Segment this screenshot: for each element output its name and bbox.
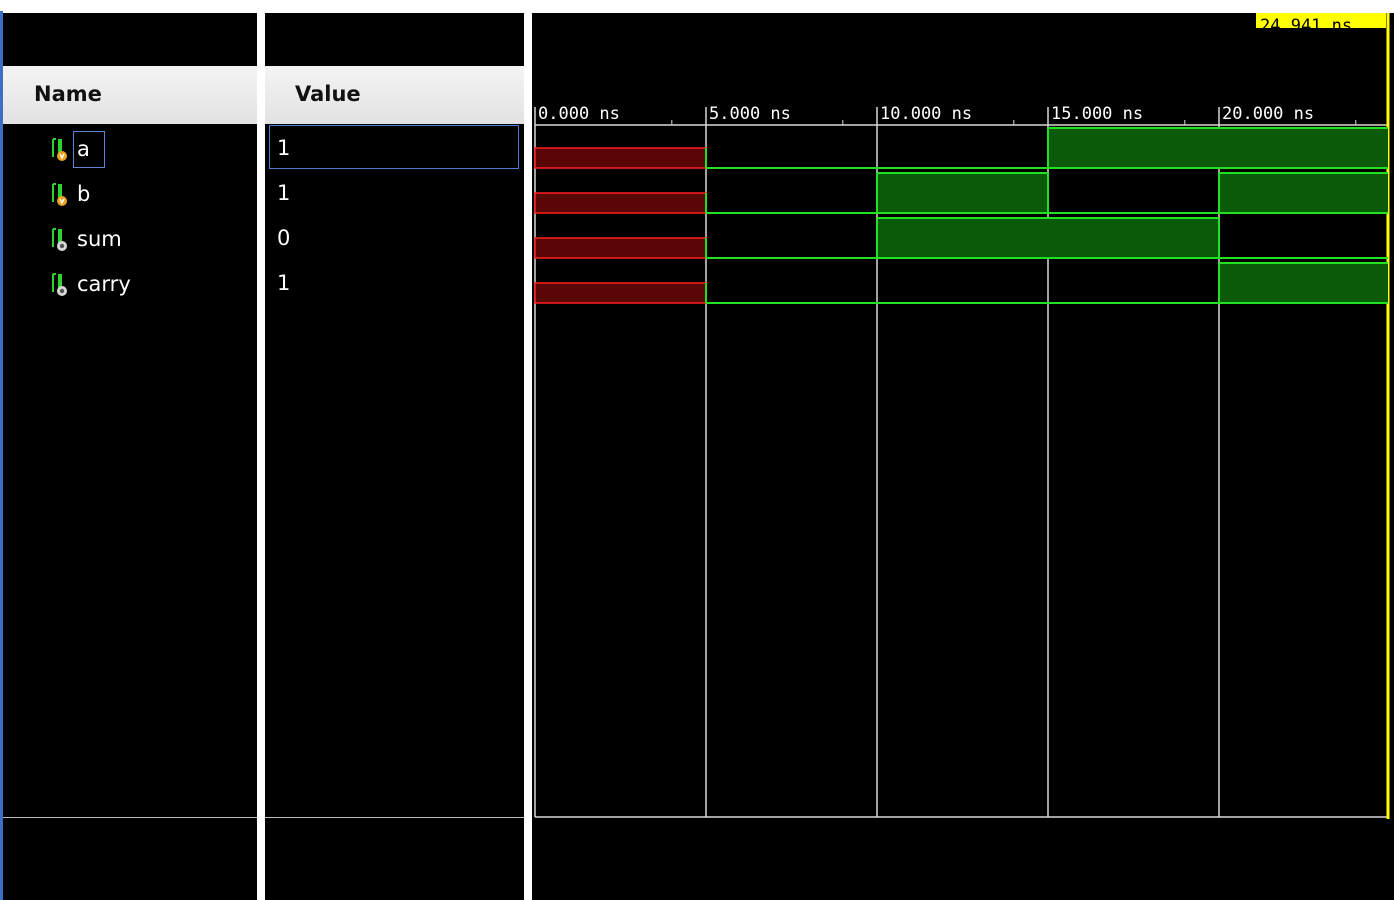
top-edge xyxy=(0,0,1394,11)
input-signal-icon xyxy=(49,136,71,162)
undefined-segment-carry xyxy=(534,282,707,304)
high-fill-b xyxy=(1219,173,1388,213)
value-column-header[interactable]: Value xyxy=(265,66,524,124)
high-fill-b xyxy=(877,173,1048,213)
value-a: 1 xyxy=(277,136,291,160)
undefined-segment-a xyxy=(534,147,707,169)
time-tick-4: 20.000 ns xyxy=(1222,104,1315,124)
high-fill-carry xyxy=(1219,263,1388,303)
wave-splitter[interactable] xyxy=(524,13,532,900)
name-pane-bottom-line xyxy=(3,817,257,818)
signal-name-a: a xyxy=(73,130,105,168)
signal-name-carry: carry xyxy=(77,272,131,296)
value-b: 1 xyxy=(277,181,291,205)
time-tick-2: 10.000 ns xyxy=(880,104,973,124)
signal-name-b: b xyxy=(77,182,91,206)
value-pane-bottom-line xyxy=(265,817,524,818)
value-header-label: Value xyxy=(295,82,361,106)
signal-row-a[interactable]: a xyxy=(49,129,105,169)
signal-row-sum[interactable]: sum xyxy=(49,219,122,259)
signal-value-list: 1 1 0 1 xyxy=(265,124,524,304)
waveform-canvas[interactable] xyxy=(532,13,1394,900)
time-tick-3: 15.000 ns xyxy=(1051,104,1144,124)
value-carry: 1 xyxy=(277,271,291,295)
time-tick-0: 0.000 ns xyxy=(538,104,620,124)
column-splitter[interactable] xyxy=(257,13,265,900)
output-signal-icon xyxy=(49,271,71,297)
high-fill-a xyxy=(1048,128,1219,168)
undefined-segment-b xyxy=(534,192,707,214)
output-signal-icon xyxy=(49,226,71,252)
time-tick-1: 5.000 ns xyxy=(709,104,791,124)
name-header-label: Name xyxy=(34,82,102,106)
high-fill-sum xyxy=(877,218,1048,258)
high-fill-sum xyxy=(1048,218,1219,258)
name-column-header[interactable]: Name xyxy=(3,66,257,124)
value-cell-selected[interactable] xyxy=(269,125,519,169)
signal-name-list: a b sum carry xyxy=(3,127,257,307)
undefined-segment-sum xyxy=(534,237,707,259)
high-fill-a xyxy=(1219,128,1388,168)
cursor-time-label[interactable]: 24.941 ns xyxy=(1256,13,1386,28)
input-signal-icon xyxy=(49,181,71,207)
signal-name-sum: sum xyxy=(77,227,122,251)
signal-row-b[interactable]: b xyxy=(49,174,90,214)
signal-row-carry[interactable]: carry xyxy=(49,264,131,304)
cursor-time-text: 24.941 ns xyxy=(1260,16,1353,28)
value-sum: 0 xyxy=(277,226,291,250)
